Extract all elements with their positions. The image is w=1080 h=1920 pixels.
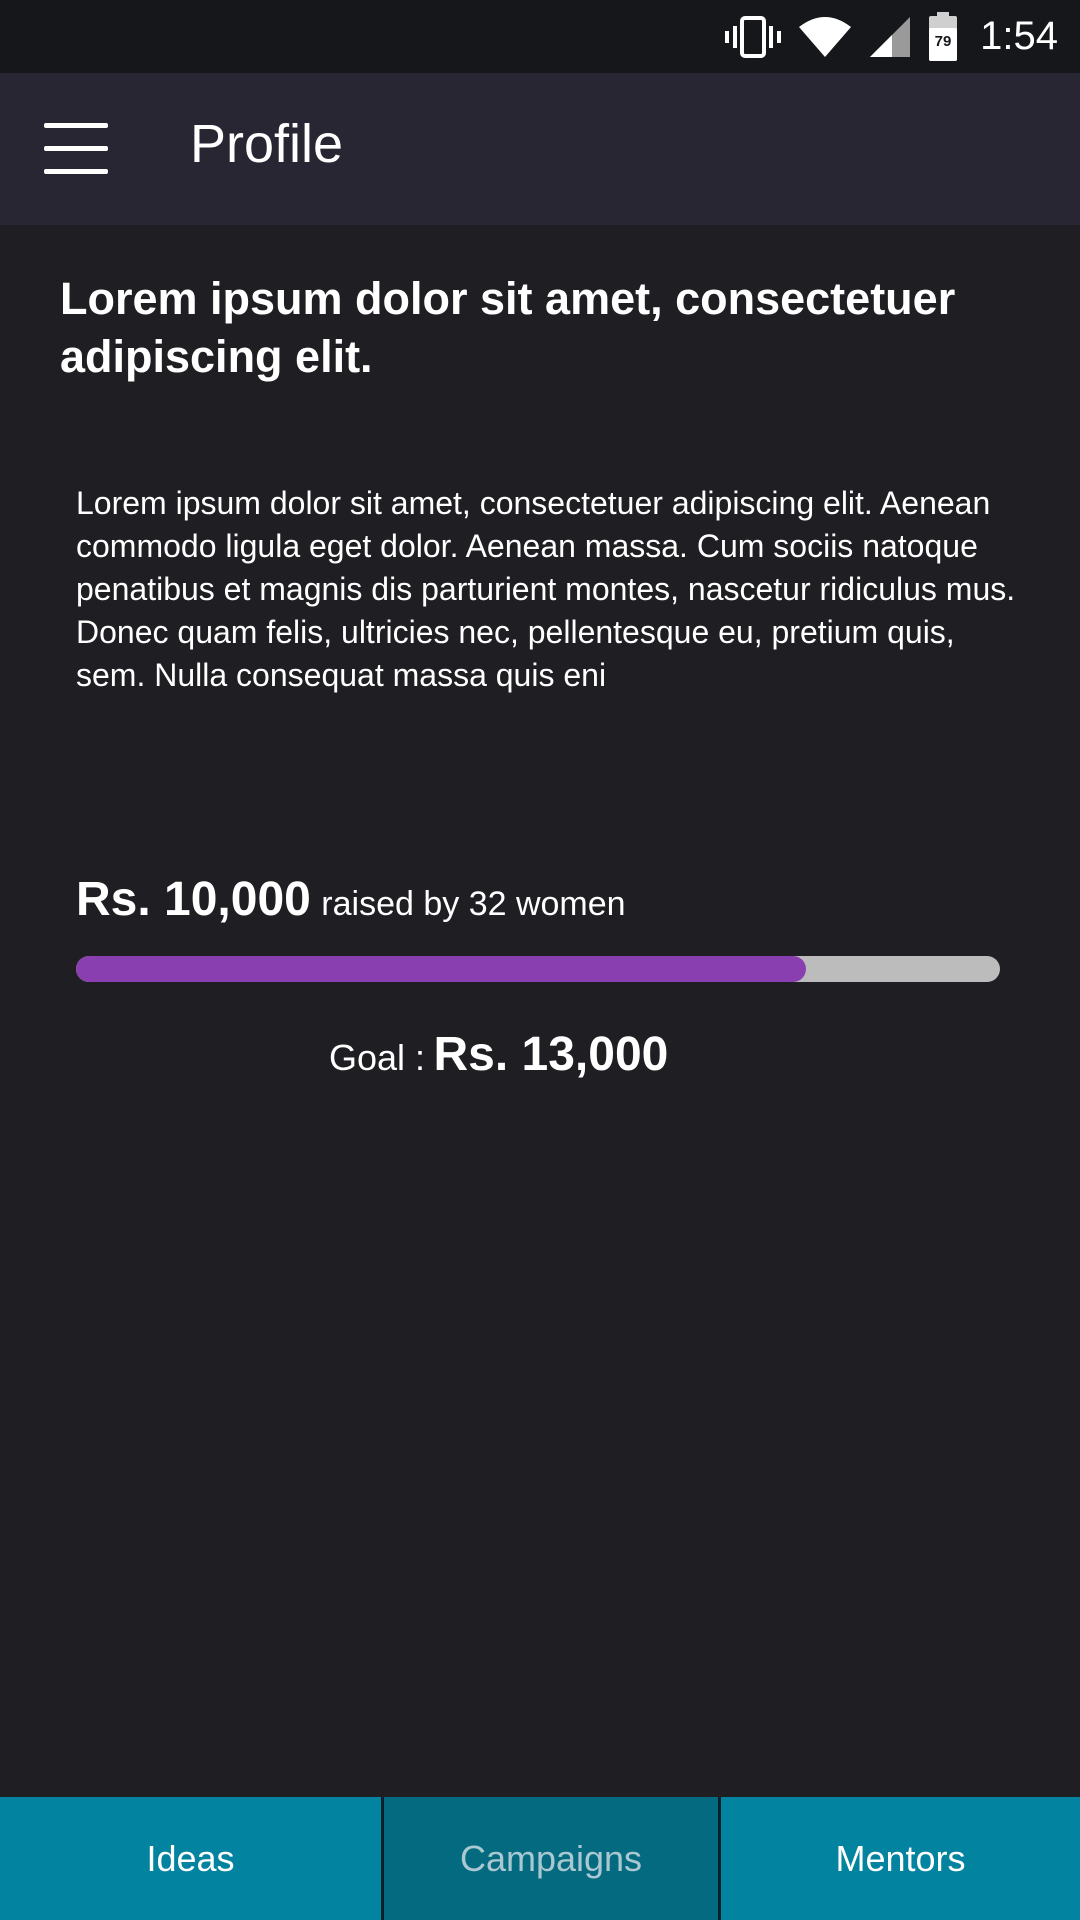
raised-summary: Rs. 10,000 raised by 32 women (76, 872, 626, 927)
status-time: 1:54 (980, 14, 1058, 58)
funding-progress-bar (76, 956, 1000, 982)
goal-summary: Goal : Rs. 13,000 (329, 1027, 668, 1082)
page-title: Profile (190, 114, 344, 174)
battery-icon: 79 (928, 11, 958, 62)
tab-campaigns[interactable]: Campaigns (384, 1797, 721, 1920)
tab-ideas[interactable]: Ideas (0, 1797, 384, 1920)
raised-text: raised by 32 women (321, 885, 626, 923)
funding-progress-fill (76, 956, 806, 982)
tab-mentors[interactable]: Mentors (721, 1797, 1080, 1920)
vibrate-icon (724, 15, 782, 59)
goal-label: Goal : (329, 1037, 426, 1078)
signal-icon (868, 15, 912, 59)
status-icons: 79 1:54 (708, 0, 1058, 73)
status-bar: 79 1:54 (0, 0, 1080, 73)
app-bar: Profile (0, 73, 1080, 225)
description-text: Lorem ipsum dolor sit amet, consectetuer… (76, 485, 1016, 693)
headline: Lorem ipsum dolor sit amet, consectetuer… (60, 273, 956, 382)
bottom-nav: Ideas Campaigns Mentors (0, 1797, 1080, 1920)
hamburger-menu-icon[interactable] (44, 121, 108, 177)
goal-amount: Rs. 13,000 (433, 1028, 669, 1081)
raised-amount: Rs. 10,000 (76, 873, 311, 926)
battery-level-text: 79 (935, 33, 952, 50)
wifi-icon (798, 15, 852, 59)
